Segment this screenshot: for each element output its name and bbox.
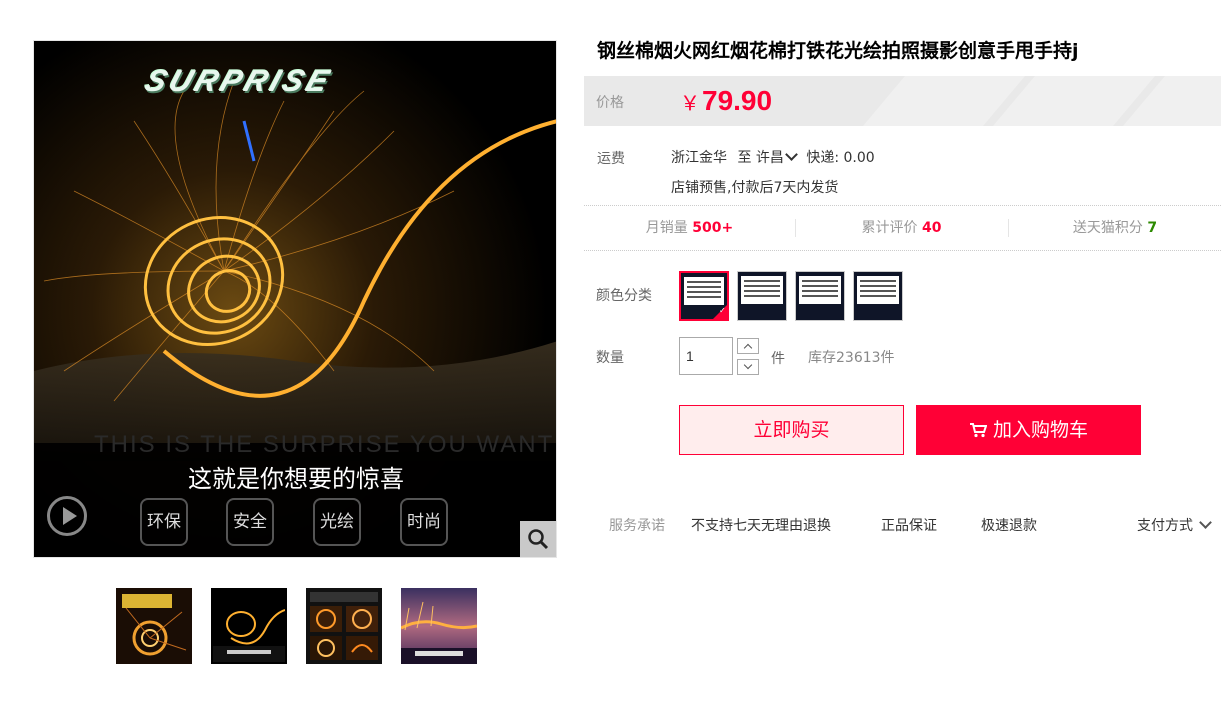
shipping-info: 浙江金华 至 许昌 快递: 0.00 <box>671 147 875 167</box>
quantity-label: 数量 <box>596 350 624 366</box>
quantity-decrease-button[interactable] <box>737 359 759 375</box>
color-label: 颜色分类 <box>596 288 652 304</box>
thumbnail-1[interactable] <box>116 588 192 664</box>
thumbnail-3[interactable] <box>306 588 382 664</box>
ghost-text: THIS IS THE SURPRISE YOU WANT <box>94 431 555 458</box>
monthly-sales: 月销量 500+ <box>584 206 795 250</box>
main-product-image[interactable]: SURPRISE THIS IS THE SURPRISE YOU WANT 这… <box>33 40 557 558</box>
reviews-link[interactable]: 累计评价 40 <box>796 206 1007 250</box>
service-no-return[interactable]: 不支持七天无理由退换 <box>691 515 831 535</box>
thumbnail-1-image <box>116 588 192 664</box>
buy-now-button[interactable]: 立即购买 <box>679 405 904 455</box>
price-value: ￥79.90 <box>680 85 772 117</box>
quantity-unit: 件 <box>771 351 785 367</box>
monthly-sales-value: 500+ <box>692 220 734 236</box>
stock-count: 库存23613件 <box>808 350 895 366</box>
color-option-2[interactable] <box>737 271 787 321</box>
service-label: 服务承诺 <box>609 518 665 534</box>
price-amount: 79.90 <box>702 85 773 116</box>
price-panel: 价格 ￥79.90 <box>584 76 1221 126</box>
shipping-to: 至 <box>737 150 752 166</box>
swatch-preview <box>857 276 899 304</box>
price-label: 价格 <box>596 95 624 111</box>
thumbnail-4[interactable] <box>401 588 477 664</box>
swatch-preview <box>684 277 724 305</box>
tag-safe: 安全 <box>226 498 274 546</box>
color-option-1[interactable] <box>679 271 729 321</box>
surprise-logo: SURPRISE <box>140 65 337 98</box>
swatch-preview <box>741 276 783 304</box>
thumbnail-3-image <box>306 588 382 664</box>
chevron-down-icon <box>1199 516 1212 529</box>
monthly-sales-label: 月销量 <box>645 220 688 236</box>
add-to-cart-button[interactable]: 加入购物车 <box>916 405 1141 455</box>
magnifier-icon <box>528 529 549 550</box>
product-title: 钢丝棉烟火网红烟花棉打铁花光绘拍照摄影创意手甩手持j <box>597 40 1079 62</box>
chevron-down-icon <box>785 148 798 161</box>
service-genuine[interactable]: 正品保证 <box>881 515 937 535</box>
zoom-button[interactable] <box>520 521 556 557</box>
cart-icon <box>969 423 988 438</box>
payment-methods-dropdown[interactable]: 支付方式 <box>1137 515 1212 535</box>
selected-check-icon <box>713 305 727 319</box>
play-video-icon[interactable] <box>47 496 87 536</box>
add-to-cart-label: 加入购物车 <box>992 419 1088 441</box>
swatch-preview <box>799 276 841 304</box>
color-option-4[interactable] <box>853 271 903 321</box>
shipping-destination: 许昌 <box>755 150 784 166</box>
points-label: 送天猫积分 <box>1072 220 1143 236</box>
quantity-increase-button[interactable] <box>737 338 759 354</box>
destination-selector[interactable]: 许昌 <box>755 148 802 166</box>
sales-stats: 月销量 500+ 累计评价 40 送天猫积分 7 <box>584 205 1221 251</box>
payment-label: 支付方式 <box>1137 518 1193 534</box>
color-option-3[interactable] <box>795 271 845 321</box>
shipping-express: 快递: 0.00 <box>806 150 875 166</box>
thumbnail-4-image <box>401 588 477 664</box>
tag-fashion: 时尚 <box>400 498 448 546</box>
slogan-text: 这就是你想要的惊喜 <box>188 465 404 493</box>
shipping-label: 运费 <box>597 151 625 167</box>
thumbnail-2[interactable] <box>211 588 287 664</box>
currency-symbol: ￥ <box>680 93 700 115</box>
tmall-points: 送天猫积分 7 <box>1009 206 1221 250</box>
tag-light-painting: 光绘 <box>313 498 361 546</box>
shipping-note: 店铺预售,付款后7天内发货 <box>671 180 839 196</box>
shipping-origin: 浙江金华 <box>671 150 727 166</box>
quantity-input[interactable] <box>679 337 733 375</box>
reviews-label: 累计评价 <box>861 220 918 236</box>
thumbnail-2-image <box>213 590 285 662</box>
reviews-count: 40 <box>921 220 942 236</box>
service-fast-refund[interactable]: 极速退款 <box>981 515 1037 535</box>
points-value: 7 <box>1147 220 1158 236</box>
tag-eco: 环保 <box>140 498 188 546</box>
